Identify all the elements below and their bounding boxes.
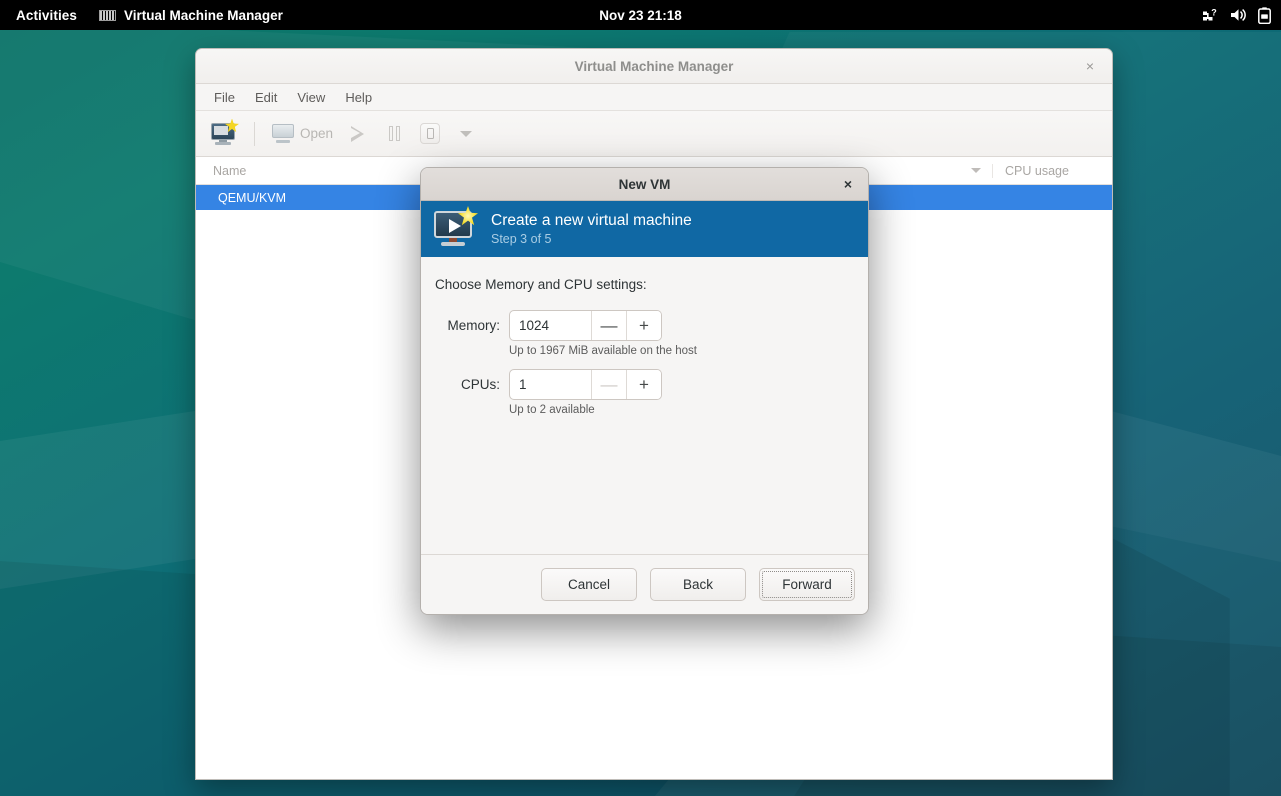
cpus-stepper[interactable]: — + [509,369,662,400]
open-button-label: Open [300,126,334,141]
app-menu-label: Virtual Machine Manager [124,7,283,23]
toolbar-separator [254,121,255,146]
app-menu-button[interactable]: Virtual Machine Manager [89,0,293,30]
cancel-button[interactable]: Cancel [541,568,637,601]
memory-input[interactable] [510,311,591,340]
sort-descending-icon[interactable] [971,168,981,173]
activities-button[interactable]: Activities [0,0,89,30]
dialog-titlebar[interactable]: New VM × [421,168,868,201]
gnome-top-bar: Activities Virtual Machine Manager Nov 2… [0,0,1281,30]
dialog-prompt: Choose Memory and CPU settings: [435,277,647,292]
new-vm-button[interactable] [205,117,243,151]
shutdown-button[interactable] [413,117,447,151]
forward-button[interactable]: Forward [759,568,855,601]
back-button[interactable]: Back [650,568,746,601]
cpus-field-row: CPUs: — + [435,369,852,400]
memory-increment-button[interactable]: + [626,311,661,340]
pause-button[interactable] [377,117,411,151]
cpus-hint: Up to 2 available [509,404,595,416]
new-vm-icon [211,118,239,145]
step-indicator: Step 3 of 5 [491,232,552,246]
shutdown-icon [420,123,441,144]
memory-label: Memory: [447,318,500,333]
cpus-increment-button[interactable]: + [626,370,661,399]
battery-icon[interactable] [1258,6,1271,24]
dialog-body: Choose Memory and CPU settings: Memory: … [421,257,868,554]
close-icon[interactable]: × [1078,54,1102,78]
dialog-banner: Create a new virtual machine Step 3 of 5 [421,201,868,257]
system-tray[interactable]: ? [1203,0,1271,30]
new-vm-icon [433,206,478,249]
pause-icon [388,126,400,141]
memory-field-row: Memory: — + [435,310,852,341]
toolbar: Open [196,111,1112,157]
play-icon [351,125,365,142]
connection-name: QEMU/KVM [218,190,287,205]
memory-stepper[interactable]: — + [509,310,662,341]
window-title: Virtual Machine Manager [574,58,734,74]
network-question-icon[interactable]: ? [1203,7,1219,23]
new-vm-dialog: New VM × Create a new virtual machine St… [420,167,869,615]
volume-icon[interactable] [1230,7,1247,23]
menu-edit[interactable]: Edit [245,87,287,108]
cpus-decrement-button: — [591,370,626,399]
dialog-heading: Create a new virtual machine [491,212,692,229]
shutdown-dropdown-button[interactable] [449,117,483,151]
chevron-down-icon [460,130,473,137]
menu-view[interactable]: View [287,87,335,108]
menu-file[interactable]: File [204,87,245,108]
menubar: File Edit View Help [196,84,1112,111]
memory-decrement-button[interactable]: — [591,311,626,340]
run-button[interactable] [341,117,375,151]
memory-hint: Up to 1967 MiB available on the host [509,345,697,357]
monitor-icon [272,124,294,143]
cpus-input[interactable] [510,370,591,399]
clock-label[interactable]: Nov 23 21:18 [599,8,682,23]
dialog-title: New VM [618,176,671,192]
window-titlebar[interactable]: Virtual Machine Manager × [196,49,1112,84]
menu-help[interactable]: Help [335,87,382,108]
cpus-label: CPUs: [460,377,500,392]
vm-icon [99,9,117,21]
close-icon[interactable]: × [837,173,859,195]
open-button[interactable]: Open [266,117,339,151]
svg-text:?: ? [1211,8,1217,18]
dialog-action-bar: Cancel Back Forward [421,554,868,614]
column-header-cpu-usage[interactable]: CPU usage [992,163,1112,178]
